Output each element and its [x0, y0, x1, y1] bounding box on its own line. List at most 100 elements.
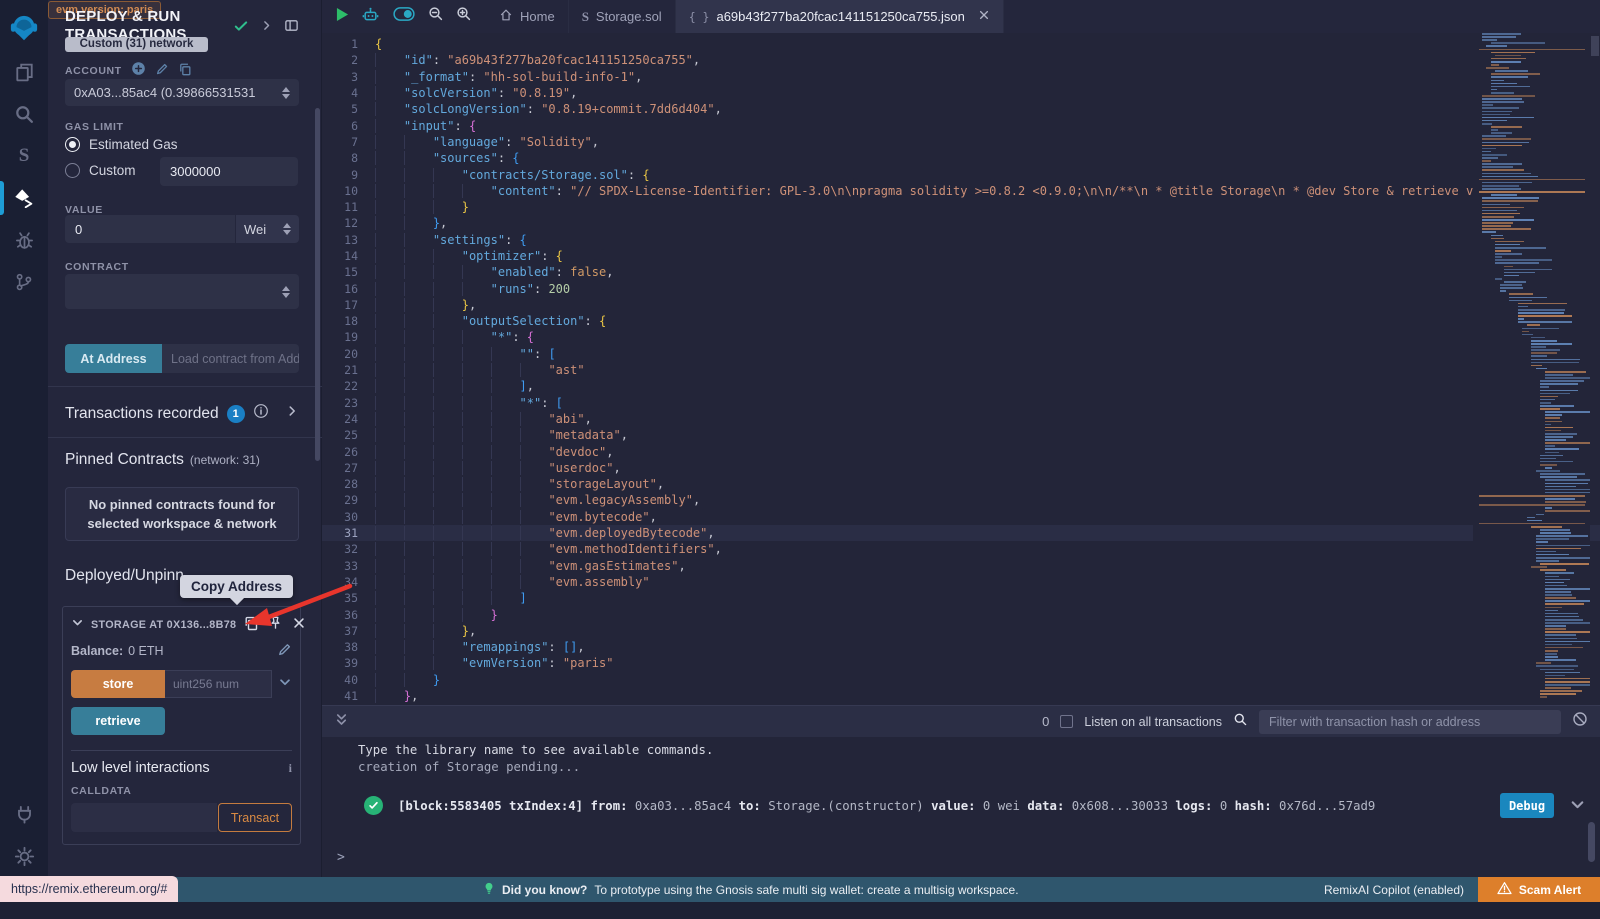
code-line[interactable]: 7 "language": "Solidity",	[322, 134, 1600, 150]
code-line[interactable]: 35 ]	[322, 590, 1600, 606]
code-line[interactable]: 15 "enabled": false,	[322, 264, 1600, 280]
code-line[interactable]: 19 "*": {	[322, 329, 1600, 345]
transactions-info-icon[interactable]	[253, 403, 269, 424]
code-line[interactable]: 33 "evm.gasEstimates",	[322, 558, 1600, 574]
code-line[interactable]: 16 "runs": 200	[322, 280, 1600, 296]
at-address-button[interactable]: At Address	[65, 344, 162, 373]
code-area[interactable]: 1{2 "id": "a69b43f277ba20fcac141151250ca…	[322, 36, 1600, 704]
code-line[interactable]: 34 "evm.assembly"	[322, 574, 1600, 590]
zoom-out-icon[interactable]	[428, 6, 444, 27]
custom-gas-input[interactable]	[160, 157, 298, 186]
code-line[interactable]: 23 "*": [	[322, 395, 1600, 411]
close-tab-icon[interactable]	[978, 9, 990, 24]
sidebar-item-solidity-compiler[interactable]: S	[0, 135, 48, 177]
code-line[interactable]: 14 "optimizer": {	[322, 248, 1600, 264]
code-line[interactable]: 40 }	[322, 672, 1600, 688]
code-line[interactable]: 36 }	[322, 606, 1600, 622]
code-editor[interactable]: 1{2 "id": "a69b43f277ba20fcac141151250ca…	[322, 33, 1600, 705]
transactions-expand-chevron-icon[interactable]	[285, 404, 299, 423]
code-line[interactable]: 4 "solcVersion": "0.8.19",	[322, 85, 1600, 101]
code-line[interactable]: 24 "abi",	[322, 411, 1600, 427]
scam-alert-button[interactable]: Scam Alert	[1478, 877, 1600, 902]
add-account-icon[interactable]	[131, 61, 146, 81]
code-line[interactable]: 12 },	[322, 215, 1600, 231]
copy-account-icon[interactable]	[178, 62, 192, 81]
tab-storage-sol[interactable]: S Storage.sol	[569, 0, 676, 33]
sidebar-item-debugger[interactable]	[0, 219, 48, 261]
sidebar-item-source-control[interactable]	[0, 261, 48, 303]
account-select[interactable]: 0xA03...85ac4 (0.39866531531	[65, 79, 299, 106]
edit-balance-icon[interactable]	[277, 642, 292, 660]
clear-filter-ban-icon[interactable]	[1572, 711, 1588, 732]
code-line[interactable]: 26 "devdoc",	[322, 443, 1600, 459]
contract-select[interactable]	[65, 274, 299, 309]
instance-collapse-chevron-icon[interactable]	[71, 616, 84, 634]
minimap[interactable]	[1473, 33, 1590, 705]
zoom-in-icon[interactable]	[456, 6, 472, 27]
split-panel-icon[interactable]	[284, 18, 299, 38]
estimated-gas-option[interactable]: Estimated Gas	[65, 137, 299, 152]
copilot-toggle-icon[interactable]	[392, 6, 416, 27]
code-line[interactable]: 21 "ast"	[322, 362, 1600, 378]
store-button[interactable]: store	[71, 670, 165, 698]
transaction-row[interactable]: [block:5583405 txIndex:4] from: 0xa03...…	[364, 793, 1586, 818]
listen-all-checkbox[interactable]	[1060, 715, 1073, 728]
run-script-play-icon[interactable]	[336, 7, 349, 27]
code-line[interactable]: 27 "userdoc",	[322, 460, 1600, 476]
low-level-info-icon[interactable]: i	[289, 761, 292, 776]
calldata-input[interactable]	[71, 803, 217, 832]
code-line[interactable]: 10 "content": "// SPDX-License-Identifie…	[322, 183, 1600, 199]
tab-build-info-json[interactable]: { } a69b43f277ba20fcac141151250ca755.jso…	[676, 0, 1004, 33]
tab-home[interactable]: Home	[486, 0, 569, 33]
estimated-gas-radio[interactable]	[65, 137, 80, 152]
transact-button[interactable]: Transact	[218, 803, 292, 832]
remix-ai-robot-icon[interactable]	[361, 6, 380, 28]
value-unit-select[interactable]: Wei	[235, 215, 299, 243]
code-line[interactable]: 18 "outputSelection": {	[322, 313, 1600, 329]
load-contract-address-input[interactable]: Load contract from Addre	[162, 344, 299, 373]
collapse-terminal-icon[interactable]	[334, 712, 349, 732]
code-line[interactable]: 37 },	[322, 623, 1600, 639]
code-line[interactable]: 8 "sources": {	[322, 150, 1600, 166]
code-line[interactable]: 29 "evm.legacyAssembly",	[322, 492, 1600, 508]
custom-gas-radio[interactable]	[65, 163, 80, 178]
code-line[interactable]: 20 "": [	[322, 346, 1600, 362]
code-line[interactable]: 11 }	[322, 199, 1600, 215]
code-line[interactable]: 30 "evm.bytecode",	[322, 509, 1600, 525]
store-arg-input[interactable]	[165, 670, 272, 698]
sidebar-item-plugin-manager[interactable]	[0, 793, 48, 835]
code-line[interactable]: 31 "evm.deployedBytecode",	[322, 525, 1600, 541]
code-line[interactable]: 25 "metadata",	[322, 427, 1600, 443]
terminal-prompt[interactable]: >	[337, 850, 345, 865]
store-expand-chevron-icon[interactable]	[278, 675, 292, 694]
transaction-filter-input[interactable]	[1259, 710, 1561, 734]
editor-scrollbar[interactable]	[1590, 33, 1600, 705]
edit-account-icon[interactable]	[155, 62, 169, 81]
value-input[interactable]	[65, 215, 235, 243]
tx-expand-chevron-icon[interactable]	[1569, 796, 1586, 816]
retrieve-button[interactable]: retrieve	[71, 707, 165, 735]
code-line[interactable]: 5 "solcLongVersion": "0.8.19+commit.7dd6…	[322, 101, 1600, 117]
code-line[interactable]: 1{	[322, 36, 1600, 52]
code-line[interactable]: 13 "settings": {	[322, 232, 1600, 248]
code-line[interactable]: 9 "contracts/Storage.sol": {	[322, 166, 1600, 182]
sidebar-item-settings[interactable]	[0, 835, 48, 877]
copilot-status[interactable]: RemixAI Copilot (enabled)	[1324, 877, 1464, 902]
code-line[interactable]: 2 "id": "a69b43f277ba20fcac141151250ca75…	[322, 52, 1600, 68]
pin-panel-chevron-icon[interactable]	[260, 19, 273, 37]
terminal-scrollbar[interactable]	[1588, 822, 1595, 862]
sidebar-item-search[interactable]	[0, 93, 48, 135]
code-line[interactable]: 38 "remappings": [],	[322, 639, 1600, 655]
code-line[interactable]: 6 "input": {	[322, 117, 1600, 133]
editor-scrollbar-thumb[interactable]	[1591, 36, 1599, 56]
code-line[interactable]: 3 "_format": "hh-sol-build-info-1",	[322, 69, 1600, 85]
code-line[interactable]: 32 "evm.methodIdentifiers",	[322, 541, 1600, 557]
sidebar-item-file-explorer[interactable]	[0, 51, 48, 93]
sidebar-item-deploy-and-run[interactable]	[0, 177, 48, 219]
terminal-log[interactable]: Type the library name to see available c…	[322, 737, 1600, 877]
code-line[interactable]: 17 },	[322, 297, 1600, 313]
code-line[interactable]: 41 },	[322, 688, 1600, 704]
code-line[interactable]: 28 "storageLayout",	[322, 476, 1600, 492]
code-line[interactable]: 22 ],	[322, 378, 1600, 394]
code-line[interactable]: 39 "evmVersion": "paris"	[322, 655, 1600, 671]
